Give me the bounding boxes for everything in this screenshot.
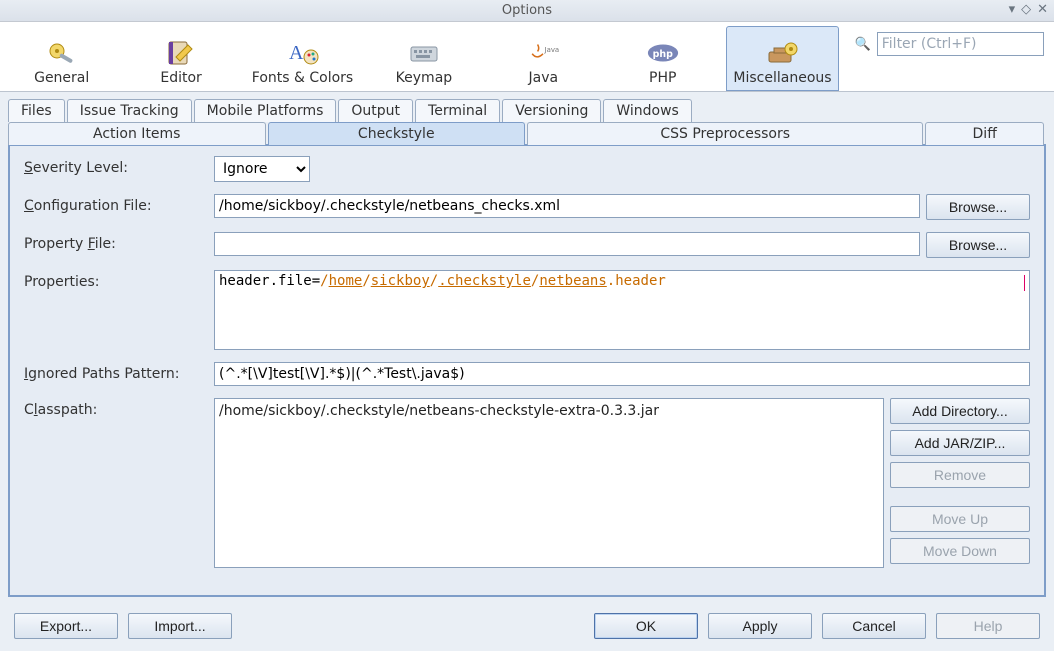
checkstyle-panel: Severity Level: Ignore Configuration Fil…	[8, 144, 1046, 597]
classpath-list[interactable]: /home/sickboy/.checkstyle/netbeans-check…	[214, 398, 884, 568]
tab-checkstyle[interactable]: Checkstyle	[268, 122, 526, 145]
export-button[interactable]: Export...	[14, 613, 118, 639]
category-java[interactable]: Java Java	[488, 26, 599, 91]
keyboard-icon	[407, 38, 441, 68]
tab-files[interactable]: Files	[8, 99, 65, 122]
add-jar-zip-button[interactable]: Add JAR/ZIP...	[890, 430, 1030, 456]
svg-text:A: A	[289, 42, 304, 64]
svg-text:Java: Java	[544, 46, 560, 54]
tab-diff[interactable]: Diff	[925, 122, 1044, 145]
add-directory-button[interactable]: Add Directory...	[890, 398, 1030, 424]
category-label: Keymap	[396, 70, 453, 86]
window-title: Options	[502, 3, 552, 18]
tab-action-items[interactable]: Action Items	[8, 122, 266, 145]
tab-css-preprocessors[interactable]: CSS Preprocessors	[527, 122, 923, 145]
config-file-label: Configuration File:	[24, 194, 204, 214]
severity-select[interactable]: Ignore	[214, 156, 310, 182]
category-label: Fonts & Colors	[252, 70, 353, 86]
tab-output[interactable]: Output	[338, 99, 413, 122]
search-icon: 🔍	[855, 37, 871, 52]
category-fonts[interactable]: A Fonts & Colors	[245, 26, 360, 91]
svg-text:php: php	[652, 49, 672, 60]
category-toolbar: General Editor A	[0, 22, 1054, 92]
category-label: PHP	[649, 70, 676, 86]
classpath-label: Classpath:	[24, 398, 204, 418]
category-label: Java	[529, 70, 559, 86]
move-up-button[interactable]: Move Up	[890, 506, 1030, 532]
config-browse-button[interactable]: Browse...	[926, 194, 1030, 220]
minimize-icon[interactable]: ▾	[1009, 2, 1016, 17]
php-badge-icon: php	[646, 38, 680, 68]
category-keymap[interactable]: Keymap	[368, 26, 479, 91]
filter-input[interactable]	[877, 32, 1044, 56]
java-cup-icon: Java	[526, 38, 560, 68]
properties-textarea[interactable]: header.file=/home/sickboy/.checkstyle/ne…	[214, 270, 1030, 350]
subtab-row-1: Files Issue Tracking Mobile Platforms Ou…	[8, 98, 1046, 121]
tab-terminal[interactable]: Terminal	[415, 99, 500, 122]
subtab-row-2: Action Items Checkstyle CSS Preprocessor…	[8, 121, 1046, 144]
category-label: Miscellaneous	[733, 70, 831, 86]
move-down-button[interactable]: Move Down	[890, 538, 1030, 564]
tab-windows[interactable]: Windows	[603, 99, 692, 122]
maximize-icon[interactable]: ◇	[1021, 2, 1031, 17]
property-browse-button[interactable]: Browse...	[926, 232, 1030, 258]
tab-versioning[interactable]: Versioning	[502, 99, 601, 122]
help-button[interactable]: Help	[936, 613, 1040, 639]
config-file-input[interactable]	[214, 194, 920, 218]
category-label: General	[34, 70, 89, 86]
property-file-label: Property File:	[24, 232, 204, 252]
close-icon[interactable]: ✕	[1037, 2, 1048, 17]
dialog-button-bar: Export... Import... OK Apply Cancel Help	[0, 605, 1054, 651]
tab-mobile-platforms[interactable]: Mobile Platforms	[194, 99, 337, 122]
category-editor[interactable]: Editor	[125, 26, 236, 91]
cancel-button[interactable]: Cancel	[822, 613, 926, 639]
classpath-item[interactable]: /home/sickboy/.checkstyle/netbeans-check…	[219, 403, 879, 419]
window-titlebar: Options ▾ ◇ ✕	[0, 0, 1054, 22]
ok-button[interactable]: OK	[594, 613, 698, 639]
gear-wrench-icon	[45, 38, 79, 68]
category-php[interactable]: php PHP	[607, 26, 718, 91]
apply-button[interactable]: Apply	[708, 613, 812, 639]
severity-label: Severity Level:	[24, 156, 204, 176]
ignored-paths-input[interactable]	[214, 362, 1030, 386]
ignored-paths-label: Ignored Paths Pattern:	[24, 362, 204, 382]
category-miscellaneous[interactable]: Miscellaneous	[726, 26, 838, 91]
property-file-input[interactable]	[214, 232, 920, 256]
book-pencil-icon	[164, 38, 198, 68]
properties-label: Properties:	[24, 270, 204, 290]
tab-issue-tracking[interactable]: Issue Tracking	[67, 99, 192, 122]
text-cursor-icon	[1024, 275, 1025, 291]
category-general[interactable]: General	[6, 26, 117, 91]
remove-button[interactable]: Remove	[890, 462, 1030, 488]
category-label: Editor	[160, 70, 201, 86]
toolbox-gear-icon	[765, 38, 799, 68]
letter-palette-icon: A	[286, 38, 320, 68]
import-button[interactable]: Import...	[128, 613, 232, 639]
